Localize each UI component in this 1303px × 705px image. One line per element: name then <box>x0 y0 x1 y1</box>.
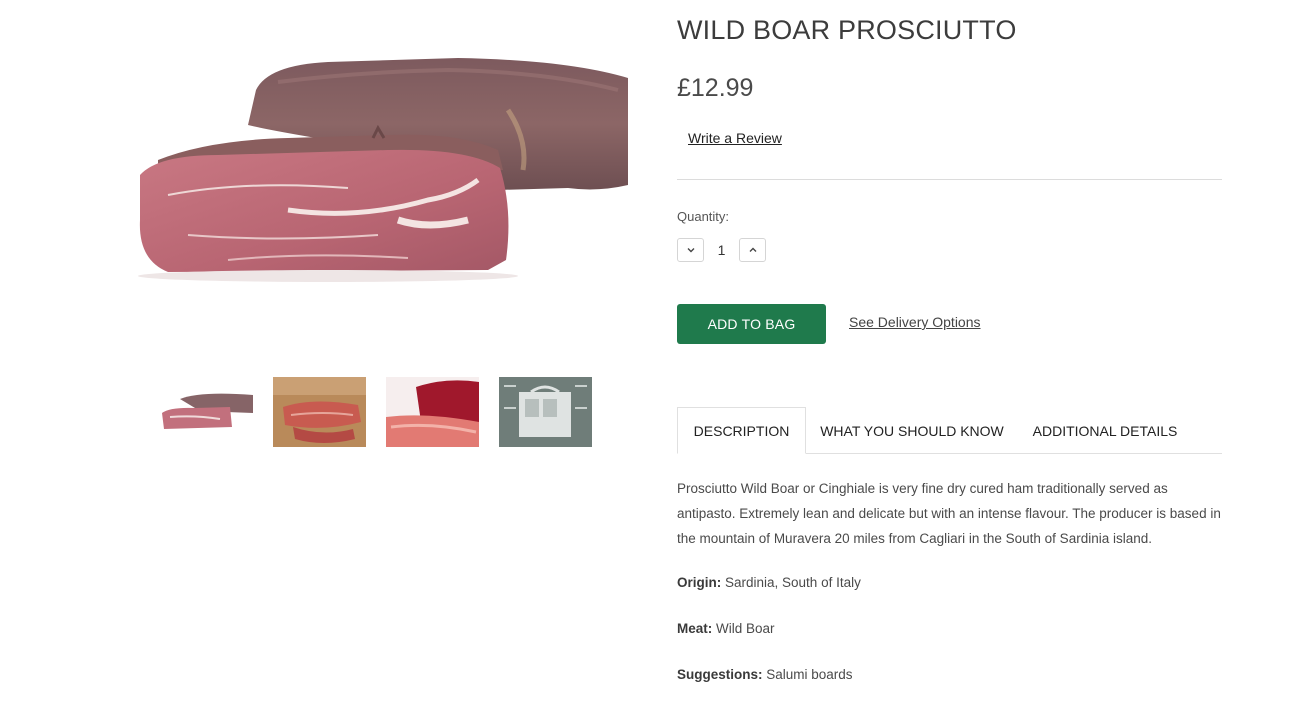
spec-origin-label: Origin: <box>677 575 722 590</box>
delivery-options-link[interactable]: See Delivery Options <box>849 314 981 330</box>
tab-description[interactable]: DESCRIPTION <box>677 407 806 454</box>
add-to-bag-button[interactable]: ADD TO BAG <box>677 304 826 344</box>
write-review-link[interactable]: Write a Review <box>688 130 782 146</box>
quantity-increase-button[interactable] <box>739 238 766 262</box>
quantity-input[interactable] <box>704 238 739 262</box>
divider <box>677 179 1222 180</box>
product-title: WILD BOAR PROSCIUTTO <box>677 15 1017 45</box>
spec-suggestions-value: Salumi boards <box>762 667 853 682</box>
chevron-up-icon <box>749 247 756 252</box>
spec-origin: Origin: Sardinia, South of Italy <box>677 575 861 590</box>
main-product-image <box>128 20 628 320</box>
thumbnail-2[interactable] <box>273 377 366 447</box>
spec-meat-label: Meat: <box>677 621 713 636</box>
thumbnail-3[interactable] <box>386 377 479 447</box>
thumbnail-4[interactable] <box>499 377 592 447</box>
product-description: Prosciutto Wild Boar or Cinghiale is ver… <box>677 481 1221 546</box>
thumbnail-1[interactable] <box>160 377 253 447</box>
product-price: £12.99 <box>677 74 754 102</box>
quantity-decrease-button[interactable] <box>677 238 704 262</box>
spec-meat: Meat: Wild Boar <box>677 621 775 636</box>
spec-suggestions-label: Suggestions: <box>677 667 763 682</box>
quantity-label: Quantity: <box>677 209 730 224</box>
spec-meat-value: Wild Boar <box>712 621 775 636</box>
thumbnail-strip <box>160 377 592 447</box>
spec-origin-value: Sardinia, South of Italy <box>721 575 861 590</box>
spec-suggestions: Suggestions: Salumi boards <box>677 667 853 682</box>
chevron-down-icon <box>687 248 694 253</box>
tab-what-you-should-know[interactable]: WHAT YOU SHOULD KNOW <box>818 407 1006 454</box>
tab-additional-details[interactable]: ADDITIONAL DETAILS <box>1026 407 1184 454</box>
